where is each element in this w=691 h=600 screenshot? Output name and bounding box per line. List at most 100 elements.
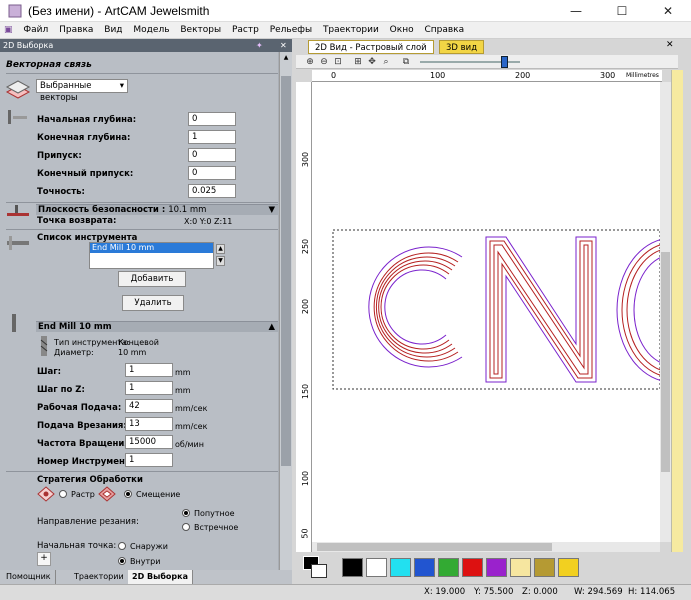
vector-select[interactable]: Выбранные векторы ▾ (36, 79, 128, 103)
tool-list-icon (7, 236, 29, 250)
chevron-down-icon: ▾ (119, 81, 124, 91)
side-panel-strip[interactable] (671, 70, 683, 552)
safe-plane-bar[interactable]: Плоскость безопасности : 10.1 mm ▼ (36, 204, 278, 215)
color-palette (296, 554, 678, 584)
color-swatch[interactable] (414, 558, 435, 577)
menu-model[interactable]: Модель (129, 22, 173, 39)
conventional-label: Встречное (194, 523, 239, 532)
ruler-tick-label: 50 (300, 528, 310, 539)
maximize-button[interactable]: ☐ (599, 0, 645, 22)
drawing-canvas[interactable] (312, 82, 691, 542)
tab-toolpaths[interactable]: Траектории (70, 570, 129, 584)
move-down-button[interactable]: ▼ (216, 256, 225, 266)
collapse-arrow-icon[interactable]: ▼ (268, 205, 275, 215)
menu-edit[interactable]: Правка (55, 22, 97, 39)
menu-raster[interactable]: Растр (228, 22, 263, 39)
scroll-thumb[interactable] (317, 543, 552, 551)
cut-direction-label: Направление резания: (37, 517, 139, 527)
divider (6, 229, 278, 230)
tool-number-input[interactable]: 1 (125, 453, 173, 467)
scroll-thumb[interactable] (281, 76, 291, 466)
color-swatch[interactable] (534, 558, 555, 577)
tab-3d-view[interactable]: 3D вид (439, 40, 485, 54)
zoom-in-icon[interactable]: ⊕ (304, 56, 316, 68)
start-depth-input[interactable]: 0 (188, 112, 236, 126)
close-button[interactable]: ✕ (645, 0, 691, 22)
final-allowance-input[interactable]: 0 (188, 166, 236, 180)
horizontal-ruler: 0 100 200 300 Millimetres (312, 70, 662, 82)
tool-list-item[interactable]: End Mill 10 mm (90, 243, 213, 253)
end-depth-input[interactable]: 1 (188, 130, 236, 144)
window-title: (Без имени) - ArtCAM Jewelsmith (28, 4, 210, 18)
zoom-out-icon[interactable]: ⊖ (318, 56, 330, 68)
tolerance-input[interactable]: 0.025 (188, 184, 236, 198)
offset-radio[interactable] (124, 490, 132, 498)
zoom-box-icon[interactable]: ⊞ (352, 56, 364, 68)
scroll-thumb[interactable] (661, 252, 670, 472)
panel-scrollbar[interactable]: ▲ (279, 52, 292, 570)
color-swatch[interactable] (558, 558, 579, 577)
tab-2d-area[interactable]: 2D Выборка (128, 570, 193, 584)
canvas-vertical-scrollbar[interactable] (660, 82, 671, 542)
plus-icon[interactable]: + (37, 552, 51, 566)
menu-file[interactable]: Файл (19, 22, 52, 39)
tab-2d-view[interactable]: 2D Вид - Растровый слой (308, 40, 434, 54)
ruler-tick-label: 300 (301, 151, 311, 168)
menu-vectors[interactable]: Векторы (176, 22, 225, 39)
plunge-rate-label: Подача Врезания: (37, 421, 127, 431)
tool-header-bar[interactable]: End Mill 10 mm ▲ (36, 321, 278, 332)
raster-radio[interactable] (59, 490, 67, 498)
primary-secondary-color-icon[interactable] (303, 556, 329, 580)
color-swatch[interactable] (366, 558, 387, 577)
menu-window[interactable]: Окно (386, 22, 418, 39)
tool-listbox[interactable]: End Mill 10 mm (89, 242, 214, 269)
spindle-speed-label: Частота Вращения: (37, 439, 134, 449)
close-document-icon[interactable]: ✕ (666, 40, 674, 50)
stepover-input[interactable]: 1 (125, 363, 173, 377)
feed-rate-input[interactable]: 42 (125, 399, 173, 413)
minimize-button[interactable]: — (553, 0, 599, 22)
color-swatch[interactable] (486, 558, 507, 577)
stepdown-input[interactable]: 1 (125, 381, 173, 395)
canvas-horizontal-scrollbar[interactable] (312, 542, 660, 552)
allowance-input[interactable]: 0 (188, 148, 236, 162)
color-swatch[interactable] (510, 558, 531, 577)
zoom-slider-handle[interactable] (501, 56, 508, 68)
color-swatch[interactable] (438, 558, 459, 577)
conventional-radio[interactable] (182, 523, 190, 531)
color-swatch[interactable] (462, 558, 483, 577)
menu-reliefs[interactable]: Рельефы (266, 22, 316, 39)
menu-help[interactable]: Справка (420, 22, 468, 39)
status-bar: X: 19.000 Y: 75.500 Z: 0.000 W: 294.569 … (0, 584, 691, 600)
panel-close-icon[interactable]: ✕ (280, 39, 287, 52)
delete-tool-button[interactable]: Удалить (122, 295, 184, 311)
zoom-previous-icon[interactable]: ⌕ (380, 56, 392, 68)
plunge-rate-input[interactable]: 13 (125, 417, 173, 431)
zoom-fit-icon[interactable]: ⊡ (332, 56, 344, 68)
climb-radio[interactable] (182, 509, 190, 517)
collapse-arrow-icon[interactable]: ▲ (268, 322, 275, 332)
tab-assistant[interactable]: Помощник (2, 570, 56, 584)
pin-icon[interactable]: ✦ (256, 39, 263, 52)
status-w: W: 294.569 (574, 587, 623, 597)
app-menu-icon[interactable]: ▣ (0, 22, 17, 39)
move-up-button[interactable]: ▲ (216, 244, 225, 254)
pan-icon[interactable]: ✥ (366, 56, 378, 68)
color-swatch[interactable] (390, 558, 411, 577)
add-tool-button[interactable]: Добавить (118, 271, 186, 287)
scroll-up-icon[interactable]: ▲ (281, 54, 291, 63)
menu-toolpaths[interactable]: Траектории (319, 22, 383, 39)
inside-radio[interactable] (118, 557, 126, 565)
tool-type-value: Концевой (118, 338, 159, 347)
copy-view-icon[interactable]: ⧉ (400, 56, 412, 68)
view-area: 2D Вид - Растровый слой 3D вид ✕ ⊕ ⊖ ⊡ ⊞… (292, 39, 691, 584)
panel-header: 2D Выборка ✦ ✕ (0, 39, 292, 52)
menu-view[interactable]: Вид (100, 22, 126, 39)
vertical-ruler: 300 250 200 150 100 50 (296, 82, 312, 552)
outside-radio[interactable] (118, 542, 126, 550)
divider (6, 73, 278, 74)
end-mill-icon (12, 314, 16, 332)
color-swatch[interactable] (342, 558, 363, 577)
vector-select-value: Выбранные векторы (40, 81, 92, 103)
spindle-speed-input[interactable]: 15000 (125, 435, 173, 449)
